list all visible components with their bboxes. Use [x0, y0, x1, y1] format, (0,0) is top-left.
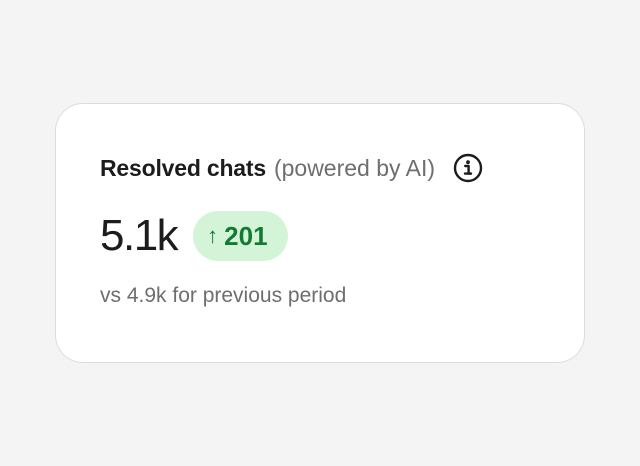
metric-title: Resolved chats: [100, 154, 266, 181]
delta-badge: ↑ 201: [193, 211, 288, 261]
comparison-text: vs 4.9k for previous period: [100, 284, 347, 307]
metric-title-row: Resolved chats (powered by AI): [100, 148, 483, 188]
delta-value: 201: [224, 221, 268, 251]
info-icon[interactable]: [453, 153, 483, 183]
metric-card: Resolved chats (powered by AI) 5.1k ↑ 20…: [55, 103, 585, 363]
metric-subtitle: (powered by AI): [273, 154, 436, 181]
metric-value-row: 5.1k ↑ 201: [100, 210, 288, 262]
metric-value: 5.1k: [100, 211, 179, 260]
arrow-up-icon: ↑: [207, 223, 219, 248]
